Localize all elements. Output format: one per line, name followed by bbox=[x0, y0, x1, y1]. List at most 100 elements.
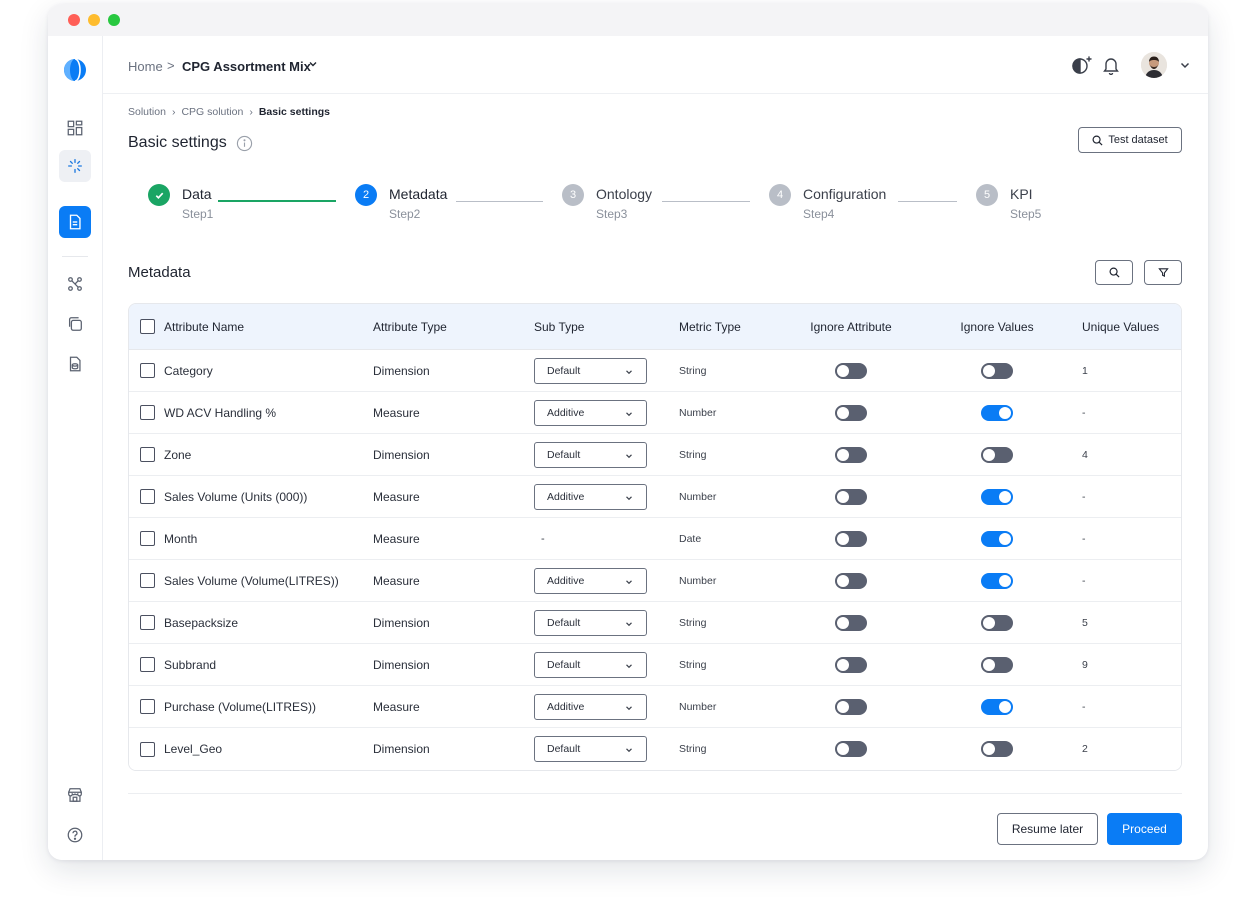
app-logo[interactable] bbox=[59, 54, 91, 86]
row-checkbox[interactable] bbox=[140, 573, 155, 588]
filter-icon bbox=[1157, 268, 1169, 278]
copy-icon[interactable] bbox=[59, 308, 91, 340]
sidebar bbox=[48, 36, 103, 860]
project-selector[interactable]: CPG Assortment Mix bbox=[182, 59, 311, 74]
sub-type-select[interactable]: Default bbox=[534, 651, 647, 678]
row-checkbox[interactable] bbox=[140, 363, 155, 378]
row-checkbox[interactable] bbox=[140, 447, 155, 462]
sub-type-select[interactable]: Additive bbox=[534, 399, 647, 426]
breadcrumb-item-solution[interactable]: Solution bbox=[128, 106, 166, 118]
metric-type: String bbox=[679, 616, 707, 629]
ignore-values-toggle[interactable] bbox=[981, 656, 1013, 673]
avatar[interactable] bbox=[1141, 52, 1167, 78]
sub-type-select[interactable]: Default bbox=[534, 357, 647, 384]
row-checkbox[interactable] bbox=[140, 489, 155, 504]
resume-later-button[interactable]: Resume later bbox=[997, 813, 1098, 845]
sparkle-loader-icon[interactable] bbox=[59, 150, 91, 182]
help-icon[interactable] bbox=[59, 819, 91, 851]
breadcrumb: Solution › CPG solution › Basic settings bbox=[128, 106, 330, 118]
column-header[interactable]: Attribute Name bbox=[164, 304, 244, 349]
breadcrumb-home-link[interactable]: Home bbox=[128, 59, 163, 74]
ignore-values-toggle[interactable] bbox=[981, 404, 1013, 421]
column-header[interactable]: Attribute Type bbox=[373, 304, 447, 349]
ignore-values-toggle[interactable] bbox=[981, 741, 1013, 757]
sub-type-select[interactable]: Default bbox=[534, 609, 647, 636]
ignore-values-toggle[interactable] bbox=[981, 614, 1013, 631]
attribute-type: Measure bbox=[373, 699, 420, 714]
ignore-attribute-toggle[interactable] bbox=[835, 741, 867, 757]
row-checkbox[interactable] bbox=[140, 405, 155, 420]
ignore-attribute-toggle[interactable] bbox=[835, 530, 867, 547]
theme-toggle-icon[interactable] bbox=[1071, 55, 1093, 75]
ignore-attribute-toggle[interactable] bbox=[835, 488, 867, 505]
bell-icon[interactable] bbox=[1102, 55, 1120, 75]
document-icon[interactable] bbox=[59, 206, 91, 238]
unique-values: 4 bbox=[1082, 448, 1088, 461]
ignore-values-toggle[interactable] bbox=[981, 572, 1013, 589]
close-window-button[interactable] bbox=[68, 14, 80, 26]
row-checkbox[interactable] bbox=[140, 699, 155, 714]
row-checkbox[interactable] bbox=[140, 741, 155, 757]
attribute-type: Measure bbox=[373, 531, 420, 546]
sub-type-select[interactable]: Additive bbox=[534, 693, 647, 720]
sub-type-value: Additive bbox=[547, 490, 585, 503]
ignore-attribute-toggle[interactable] bbox=[835, 572, 867, 589]
ignore-values-toggle[interactable] bbox=[981, 362, 1013, 379]
chevron-down-icon[interactable] bbox=[306, 57, 320, 71]
attribute-name: Sales Volume (Units (000)) bbox=[164, 489, 308, 504]
attribute-type: Dimension bbox=[373, 742, 430, 756]
table-row: Sales Volume (Volume(LITRES)) Measure Ad… bbox=[129, 560, 1181, 602]
dashboard-grid-icon[interactable] bbox=[59, 112, 91, 144]
table-row: Purchase (Volume(LITRES)) Measure Additi… bbox=[129, 686, 1181, 728]
step-subtitle: Step2 bbox=[389, 207, 421, 221]
row-checkbox[interactable] bbox=[140, 615, 155, 630]
proceed-button[interactable]: Proceed bbox=[1107, 813, 1182, 845]
ignore-attribute-toggle[interactable] bbox=[835, 446, 867, 463]
breadcrumb-item-cpg-solution[interactable]: CPG solution bbox=[181, 106, 243, 118]
table-filter-button[interactable] bbox=[1144, 260, 1182, 285]
maximize-window-button[interactable] bbox=[108, 14, 120, 26]
sub-type-select[interactable]: Default bbox=[534, 441, 647, 468]
chevron-down-icon[interactable] bbox=[1178, 58, 1192, 72]
sub-type-select[interactable]: Additive bbox=[534, 483, 647, 510]
select-all-checkbox[interactable] bbox=[140, 319, 155, 334]
table-search-button[interactable] bbox=[1095, 260, 1133, 285]
row-checkbox[interactable] bbox=[140, 657, 155, 672]
column-header[interactable]: Sub Type bbox=[534, 304, 584, 349]
ignore-attribute-toggle[interactable] bbox=[835, 614, 867, 631]
file-data-icon[interactable] bbox=[59, 348, 91, 380]
column-header[interactable]: Ignore Attribute bbox=[806, 304, 896, 349]
info-icon[interactable] bbox=[236, 135, 253, 152]
ignore-values-toggle[interactable] bbox=[981, 488, 1013, 505]
sidebar-divider bbox=[62, 256, 88, 257]
column-header[interactable]: Unique Values bbox=[1082, 304, 1159, 349]
attribute-type: Dimension bbox=[373, 363, 430, 378]
column-header[interactable]: Ignore Values bbox=[951, 304, 1043, 349]
table-row: Basepacksize Dimension Default String 5 bbox=[129, 602, 1181, 644]
step-connector bbox=[218, 200, 336, 202]
ignore-attribute-toggle[interactable] bbox=[835, 404, 867, 421]
chevron-down-icon bbox=[626, 748, 632, 753]
ignore-attribute-toggle[interactable] bbox=[835, 698, 867, 715]
sub-type-value: Default bbox=[547, 658, 581, 671]
ignore-attribute-toggle[interactable] bbox=[835, 656, 867, 673]
test-dataset-button[interactable]: Test dataset bbox=[1078, 127, 1182, 153]
unique-values: - bbox=[1082, 406, 1086, 419]
sub-type-select[interactable]: Additive bbox=[534, 567, 647, 594]
column-header[interactable]: Metric Type bbox=[679, 304, 741, 349]
ignore-values-toggle[interactable] bbox=[981, 446, 1013, 463]
sub-type-value: Default bbox=[547, 616, 581, 629]
row-checkbox[interactable] bbox=[140, 531, 155, 546]
metadata-table: Attribute Name Attribute Type Sub Type M… bbox=[128, 303, 1182, 771]
minimize-window-button[interactable] bbox=[88, 14, 100, 26]
metric-type: Number bbox=[679, 700, 717, 713]
ignore-values-toggle[interactable] bbox=[981, 530, 1013, 547]
metric-type: String bbox=[679, 743, 707, 755]
ignore-attribute-toggle[interactable] bbox=[835, 362, 867, 379]
store-icon[interactable] bbox=[59, 779, 91, 811]
graph-nodes-icon[interactable] bbox=[59, 268, 91, 300]
metric-type: Number bbox=[679, 490, 717, 503]
sub-type-select[interactable]: Default bbox=[534, 736, 647, 762]
attribute-type: Measure bbox=[373, 405, 420, 420]
ignore-values-toggle[interactable] bbox=[981, 698, 1013, 715]
